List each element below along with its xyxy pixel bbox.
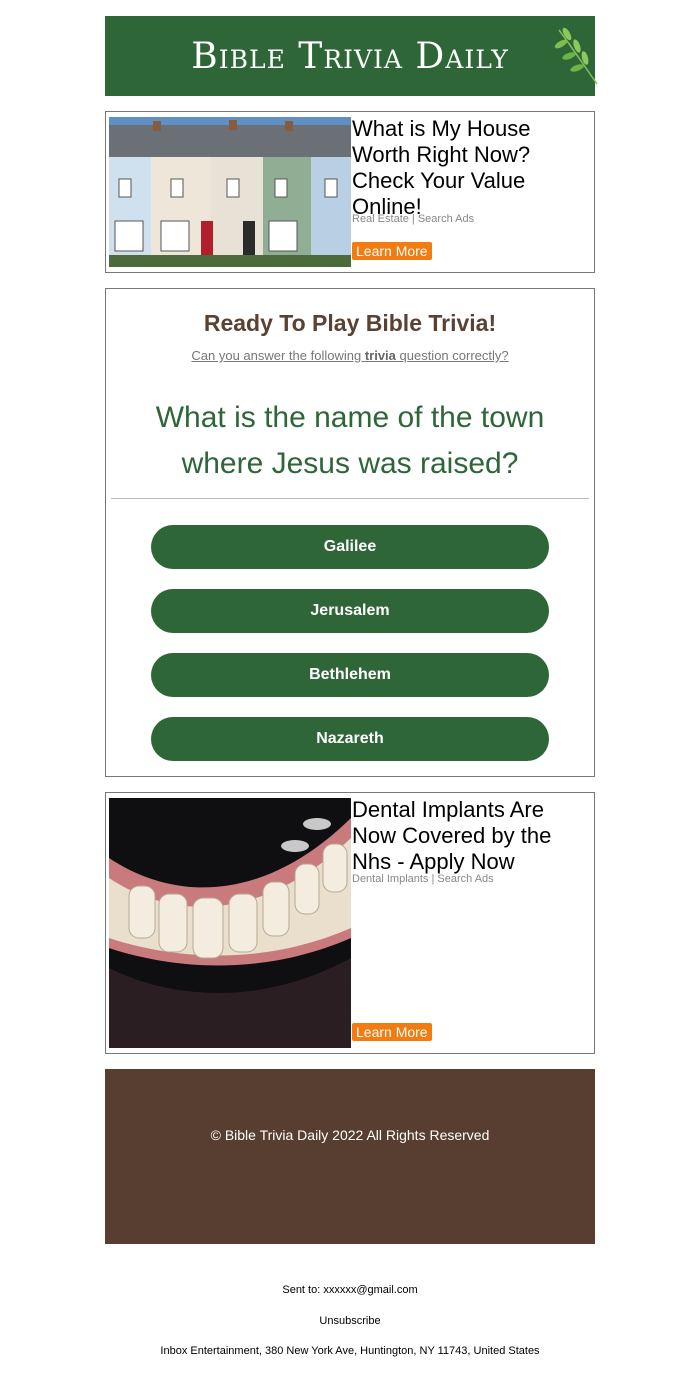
ad-title[interactable]: Dental Implants Are Now Covered by the N… [352, 797, 582, 875]
quiz-heading: Ready To Play Bible Trivia! [203, 310, 497, 336]
header-banner: Bible Trivia Daily [105, 16, 598, 96]
ad-dental[interactable]: Dental Implants Are Now Covered by the N… [105, 792, 595, 1054]
ad-meta: Real Estate | Search Ads [352, 213, 475, 225]
ad-real-estate[interactable]: What is My House Worth Right Now? Check … [105, 111, 595, 273]
quiz-subtitle-text-end[interactable]: question correctly? [396, 348, 509, 363]
houses-image[interactable] [109, 117, 351, 267]
copyright-text: © Bible Trivia Daily 2022 All Rights Res… [210, 1127, 490, 1143]
ad-meta: Dental Implants | Search Ads [352, 873, 494, 885]
learn-more-button[interactable]: Learn More [352, 242, 432, 260]
quiz-subtitle-bold[interactable]: trivia [365, 348, 396, 363]
quiz-subtitle-text[interactable]: Can you answer the following [191, 348, 364, 363]
divider [111, 498, 589, 499]
trivia-card: Ready To Play Bible Trivia! Can you answ… [105, 288, 595, 777]
answer-button-nazareth[interactable]: Nazareth [151, 717, 549, 761]
dentures-image[interactable] [109, 798, 351, 1048]
address-text: Inbox Entertainment, 380 New York Ave, H… [160, 1345, 540, 1357]
unsubscribe-link[interactable]: Unsubscribe [0, 1315, 700, 1327]
logo-text: Bible Trivia Daily [191, 36, 509, 77]
answer-button-bethlehem[interactable]: Bethlehem [151, 653, 549, 697]
answer-button-galilee[interactable]: Galilee [151, 525, 549, 569]
answer-button-jerusalem[interactable]: Jerusalem [151, 589, 549, 633]
trivia-question: What is the name of the town where Jesus… [155, 401, 545, 480]
quiz-subtitle-link[interactable]: Can you answer the following trivia ques… [106, 348, 594, 363]
learn-more-button[interactable]: Learn More [352, 1023, 432, 1041]
sent-to-text: Sent to: xxxxxx@gmail.com [282, 1284, 418, 1296]
ad-title[interactable]: What is My House Worth Right Now? Check … [352, 116, 582, 220]
olive-branch-icon [554, 27, 598, 85]
footer: © Bible Trivia Daily 2022 All Rights Res… [105, 1069, 595, 1244]
